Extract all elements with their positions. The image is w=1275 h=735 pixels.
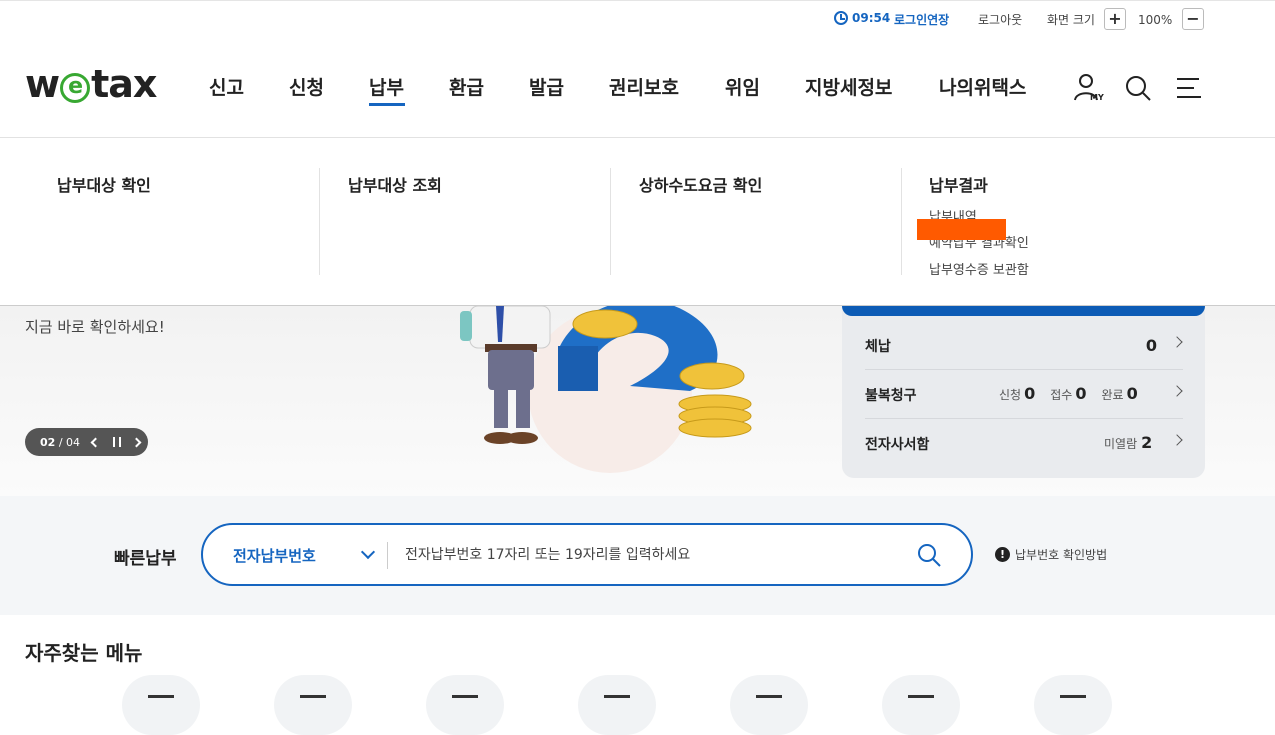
menu-divider <box>901 168 902 275</box>
mailbox-label: 전자사서함 <box>865 437 930 453</box>
overdue-label: 체납 <box>865 339 891 355</box>
prev-slide-icon[interactable] <box>90 437 101 447</box>
logout-button[interactable]: 로그아웃 <box>978 11 1022 28</box>
menu-payment-result[interactable]: 납부결과 <box>929 172 988 196</box>
payment-number-input[interactable] <box>405 538 885 572</box>
zoom-value: 100% <box>1138 13 1173 27</box>
favorite-menu-item[interactable] <box>122 675 200 735</box>
mailbox-unread-label: 미열람 <box>1104 437 1138 451</box>
payment-number-type-select[interactable]: 전자납부번호 <box>233 545 316 566</box>
my-label: MY <box>1090 93 1104 102</box>
menu-water-fee-check[interactable]: 상하수도요금 확인 <box>639 172 762 196</box>
favorite-menu-item[interactable] <box>426 675 504 735</box>
nav-refund[interactable]: 환급 <box>449 73 484 100</box>
menu-item-icon <box>452 695 478 698</box>
nav-local-tax-info[interactable]: 지방세정보 <box>805 73 892 100</box>
nav-delegation[interactable]: 위임 <box>725 73 760 100</box>
menu-item-icon <box>300 695 326 698</box>
menu-payment-target-check[interactable]: 납부대상 확인 <box>57 172 151 196</box>
appeal-receipt-label: 접수 <box>1050 388 1073 402</box>
overdue-count: 0 <box>1145 336 1157 355</box>
slide-counter: 02 / 04 <box>40 435 81 449</box>
search-icon[interactable] <box>916 542 942 568</box>
nav-issue[interactable]: 발급 <box>529 73 564 100</box>
status-panel-header <box>842 306 1205 316</box>
menu-receipt-box[interactable]: 납부영수증 보관함 <box>929 259 1029 278</box>
help-text: 납부번호 확인방법 <box>1015 548 1108 562</box>
clock-icon <box>834 11 848 25</box>
nav-payment[interactable]: 납부 <box>369 73 404 100</box>
chevron-right-icon <box>1171 336 1183 348</box>
pause-icon[interactable] <box>113 437 122 447</box>
menu-item-icon <box>908 695 934 698</box>
mailbox-unread-count: 2 <box>1141 433 1153 452</box>
appeal-apply-label: 신청 <box>999 388 1022 402</box>
info-icon: ! <box>995 547 1010 562</box>
nav-report[interactable]: 신고 <box>209 73 244 100</box>
session-time: 09:54 <box>852 11 891 25</box>
payment-mega-menu: 납부대상 확인 납부대상 조회 상하수도요금 확인 납부결과 납부내역 예약납부… <box>0 138 1275 306</box>
menu-item-icon <box>148 695 174 698</box>
active-nav-indicator <box>369 103 405 106</box>
session-timer: 09:54 <box>834 11 890 25</box>
overdue-row[interactable]: 체납 0 <box>865 322 1183 370</box>
hero-subtitle: 지금 바로 확인하세요! <box>25 318 165 336</box>
my-page-icon[interactable]: MY <box>1073 72 1107 104</box>
extend-login-button[interactable]: 로그인연장 <box>894 11 949 28</box>
wetax-logo[interactable]: w e tax <box>25 62 157 106</box>
payment-number-help-link[interactable]: ! 납부번호 확인방법 <box>995 546 1107 563</box>
appeal-receipt-count: 0 <box>1075 384 1087 403</box>
search-icon[interactable] <box>1124 74 1152 102</box>
appeal-label: 불복청구 <box>865 388 917 404</box>
quick-pay-label: 빠른납부 <box>114 549 177 569</box>
favorite-menu-item[interactable] <box>1034 675 1112 735</box>
slide-controls: 02 / 04 <box>25 428 148 456</box>
menu-payment-target-search[interactable]: 납부대상 조회 <box>348 172 442 196</box>
menu-icon[interactable] <box>1176 76 1202 100</box>
select-divider <box>387 542 388 569</box>
appeal-done-count: 0 <box>1126 384 1138 403</box>
favorites-title: 자주찾는 메뉴 <box>25 641 143 665</box>
menu-divider <box>319 168 320 275</box>
highlight-marker <box>917 219 1006 240</box>
chevron-right-icon <box>1171 385 1183 397</box>
favorite-menu-item[interactable] <box>578 675 656 735</box>
nav-rights[interactable]: 권리보호 <box>609 73 679 100</box>
zoom-label: 화면 크기 <box>1047 13 1095 27</box>
mailbox-row[interactable]: 전자사서함 미열람 2 <box>865 420 1183 468</box>
favorite-menu-item[interactable] <box>730 675 808 735</box>
zoom-in-button[interactable]: + <box>1104 8 1126 30</box>
zoom-out-button[interactable]: − <box>1182 8 1204 30</box>
menu-item-icon <box>1060 695 1086 698</box>
menu-item-icon <box>604 695 630 698</box>
appeal-row[interactable]: 불복청구 신청 0 접수 0 완료 0 <box>865 371 1183 419</box>
favorite-menu-item[interactable] <box>274 675 352 735</box>
hero-illustration <box>460 306 752 473</box>
nav-my-wetax[interactable]: 나의위택스 <box>939 73 1026 100</box>
appeal-apply-count: 0 <box>1024 384 1036 403</box>
menu-divider <box>610 168 611 275</box>
nav-apply[interactable]: 신청 <box>289 73 324 100</box>
chevron-right-icon <box>1171 434 1183 446</box>
favorite-menu-item[interactable] <box>882 675 960 735</box>
appeal-done-label: 완료 <box>1101 388 1124 402</box>
next-slide-icon[interactable] <box>131 437 142 447</box>
menu-item-icon <box>756 695 782 698</box>
